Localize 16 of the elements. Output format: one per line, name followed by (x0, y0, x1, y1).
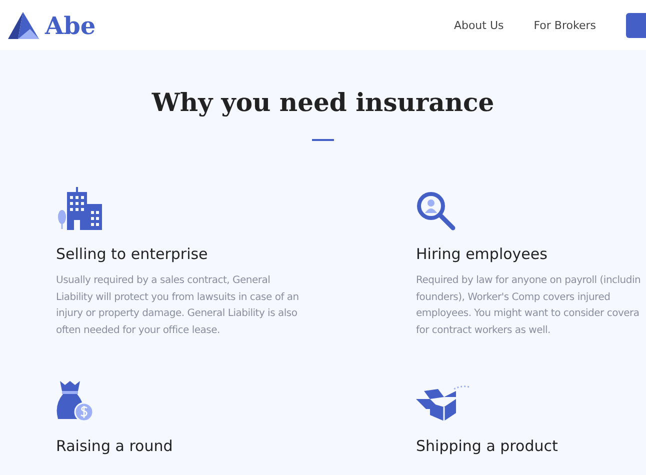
feature-description: Required by law for anyone on payroll (includin founders), Worker's Comp covers injured employees. You might want to consider covera for contract workers as well. (416, 274, 641, 338)
logo-icon (8, 12, 39, 38)
logo-text: Abe (45, 10, 96, 40)
feature-description: Usually required by a sales contract, General Liability will protect you from lawsuits in case of an injury or property damage. General Liability is also often needed for your office lease. (56, 274, 299, 338)
nav-button[interactable] (626, 12, 646, 38)
open-box-icon (416, 385, 472, 423)
nav-link[interactable]: About Us (454, 18, 504, 32)
feature-title: Raising a round (56, 437, 173, 455)
magnifier-person-icon (416, 191, 456, 231)
feature-title: Hiring employees (416, 245, 548, 263)
nav-link[interactable]: For Brokers (534, 18, 596, 32)
feature-title: Shipping a product (416, 437, 558, 455)
feature-title: Selling to enterprise (56, 245, 208, 263)
money-bag-icon (56, 381, 94, 423)
section-title: Why you need insurance (150, 88, 496, 117)
buildings-icon (56, 187, 104, 231)
